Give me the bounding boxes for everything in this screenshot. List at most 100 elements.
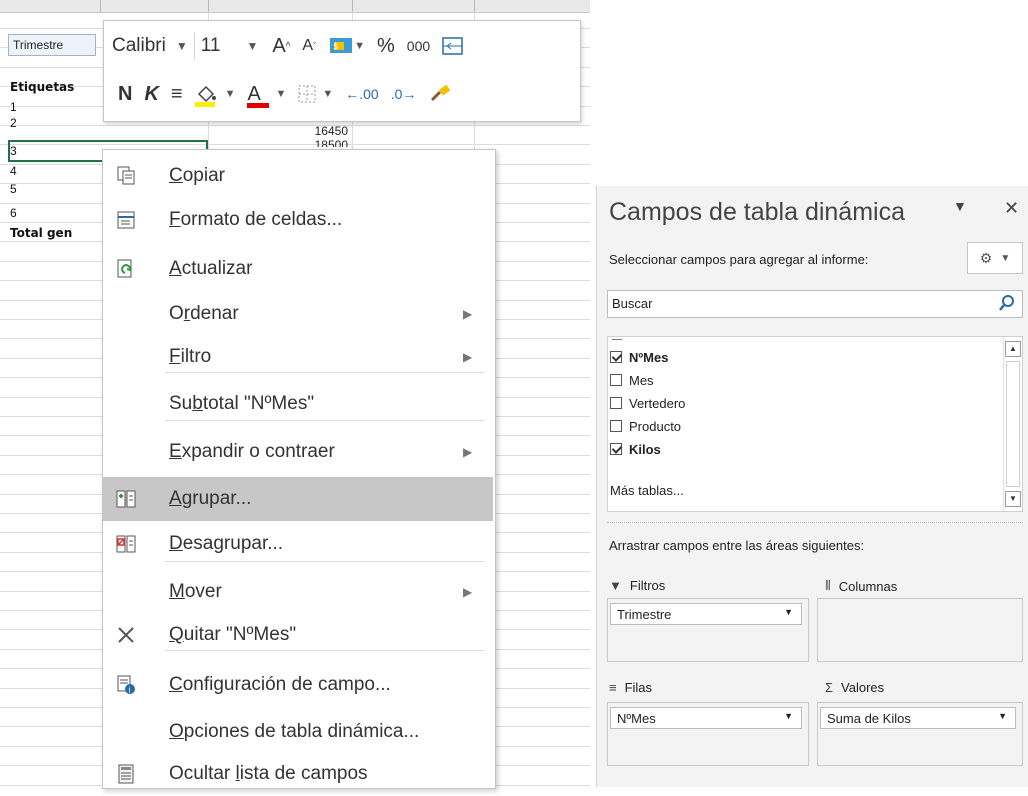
decrease-decimal-button[interactable]: .0 → — [391, 86, 417, 102]
menu-item-formato-de-celdas[interactable]: Formato de celdas... — [103, 198, 493, 242]
menu-item-label: Opciones de tabla dinámica... — [169, 721, 420, 742]
chevron-down-icon[interactable]: ▼ — [998, 711, 1007, 721]
menu-item-label: Configuración de campo... — [169, 674, 391, 695]
remove-x-icon — [113, 622, 139, 648]
columns-drop-area[interactable] — [817, 598, 1023, 662]
scroll-up-icon[interactable]: ▲ — [1005, 341, 1021, 357]
columns-icon: ⦀ — [825, 578, 831, 593]
percent-style-button[interactable]: % — [377, 35, 395, 58]
row-label[interactable]: 2 — [10, 116, 17, 130]
field-name: NºMes — [629, 349, 669, 365]
value-field-pill[interactable]: Suma de Kilos ▼ — [820, 707, 1016, 729]
field-checkbox[interactable] — [610, 397, 622, 409]
paint-bucket-icon — [197, 85, 216, 103]
value-cell[interactable]: 18500 — [268, 138, 348, 147]
field-checkbox[interactable] — [610, 443, 622, 455]
trimestre-filter-cell[interactable]: Trimestre — [8, 34, 96, 56]
row-field-pill[interactable]: NºMes ▼ — [610, 707, 802, 729]
field-item[interactable]: Mes — [610, 370, 654, 390]
field-checkbox[interactable] — [610, 351, 622, 363]
field-list-icon — [113, 761, 139, 787]
font-size-select[interactable]: 11 ▼ — [201, 35, 259, 57]
rows-drop-area[interactable]: NºMes ▼ — [607, 702, 809, 766]
menu-item-opciones-de-tabla-dinámica[interactable]: Opciones de tabla dinámica... — [103, 710, 493, 754]
row-label[interactable]: 6 — [10, 206, 17, 220]
grow-font-button[interactable]: A ^ — [272, 35, 290, 58]
menu-item-label: Agrupar... — [169, 488, 252, 509]
field-list-scrollbar[interactable]: ▲ ▼ — [1003, 337, 1022, 511]
more-tables-link[interactable]: Más tablas... — [610, 483, 684, 498]
filter-icon: ▼ — [609, 578, 622, 593]
filter-field-pill[interactable]: Trimestre ▼ — [610, 603, 802, 625]
menu-item-ordenar[interactable]: Ordenar ▶ — [103, 292, 493, 336]
font-name-select[interactable]: Calibri ▼ — [112, 35, 188, 57]
row-labels-header: Etiquetas — [10, 80, 75, 94]
field-item[interactable]: NºMes — [610, 347, 668, 367]
row-label[interactable]: 1 — [10, 100, 17, 114]
chevron-down-icon[interactable]: ▼ — [275, 88, 286, 100]
panel-options-dropdown[interactable]: ▼ — [953, 198, 967, 214]
format-cells-icon — [113, 207, 139, 233]
format-painter-button[interactable] — [428, 84, 452, 104]
chevron-down-icon[interactable]: ▼ — [784, 711, 793, 721]
menu-item-copiar[interactable]: Copiar — [103, 154, 493, 198]
field-search-input[interactable]: Buscar — [607, 290, 1023, 318]
menu-item-configuración-de-campo[interactable]: i Configuración de campo... — [103, 663, 493, 707]
italic-button[interactable]: K — [144, 83, 158, 106]
field-checkbox[interactable] — [610, 374, 622, 386]
wrap-format-button[interactable] — [442, 36, 464, 56]
bold-button[interactable]: N — [118, 83, 132, 106]
chevron-down-icon[interactable]: ▼ — [225, 88, 236, 100]
thousands-separator-button[interactable]: 000 — [407, 38, 430, 54]
menu-item-label: Formato de celdas... — [169, 209, 343, 230]
scroll-down-icon[interactable]: ▼ — [1005, 491, 1021, 507]
menu-item-desagrupar[interactable]: Desagrupar... — [103, 522, 493, 566]
field-list: Más tablas... ▲ ▼ NºMes Mes Vertedero Produ… — [607, 336, 1023, 512]
font-color-button[interactable]: A — [247, 80, 270, 108]
number-format-button[interactable]: $ ▼ — [328, 35, 365, 57]
borders-icon — [298, 85, 316, 103]
row-label[interactable]: 5 — [10, 182, 17, 196]
menu-item-mover[interactable]: Mover ▶ — [103, 570, 493, 614]
fill-color-button[interactable] — [194, 81, 219, 107]
menu-item-actualizar[interactable]: Actualizar — [103, 247, 493, 291]
values-area-label: Σ Valores — [825, 680, 885, 695]
align-center-button[interactable]: ≡ — [171, 83, 183, 106]
svg-text:i: i — [129, 686, 131, 695]
column-header-bar — [0, 0, 590, 13]
shrink-font-button[interactable]: Aˇ — [302, 37, 316, 55]
menu-item-label: Ordenar — [169, 303, 239, 324]
menu-item-agrupar[interactable]: Agrupar... — [103, 477, 493, 521]
divider — [607, 522, 1023, 523]
values-drop-area[interactable]: Suma de Kilos ▼ — [817, 702, 1023, 766]
value-cell[interactable]: 16450 — [268, 124, 348, 138]
chevron-down-icon: ▼ — [1000, 252, 1011, 264]
close-icon[interactable]: ✕ — [1004, 198, 1019, 219]
menu-item-label: Quitar "NºMes" — [169, 624, 297, 645]
fill-color-swatch — [194, 102, 215, 107]
menu-item-label: Filtro — [169, 346, 212, 367]
search-icon[interactable] — [998, 294, 1016, 312]
copy-icon — [113, 163, 139, 189]
field-item[interactable]: Producto — [610, 416, 681, 436]
filters-area-label: ▼ Filtros — [609, 578, 666, 593]
row-label[interactable]: 4 — [10, 164, 17, 178]
rows-area-label: ≡ Filas — [609, 680, 653, 695]
submenu-arrow-icon: ▶ — [463, 307, 473, 321]
pivot-field-list-panel: Campos de tabla dinámica ▼ ✕ Seleccionar… — [596, 186, 1028, 787]
field-name: Kilos — [629, 441, 661, 457]
borders-button[interactable] — [298, 85, 316, 103]
menu-item-ocultar-lista-de-campos[interactable]: Ocultar lista de campos — [103, 752, 493, 796]
menu-separator — [165, 372, 485, 373]
field-checkbox[interactable] — [610, 420, 622, 432]
grand-total-label[interactable]: Total gen — [10, 226, 72, 240]
filters-drop-area[interactable]: Trimestre ▼ — [607, 598, 809, 662]
menu-item-expandir-o-contraer[interactable]: Expandir o contraer ▶ — [103, 430, 493, 474]
increase-decimal-button[interactable]: ← .00 — [345, 86, 378, 102]
chevron-down-icon[interactable]: ▼ — [322, 88, 333, 100]
format-painter-icon — [431, 84, 451, 102]
tools-settings-button[interactable]: ⚙ ▼ — [967, 242, 1023, 274]
field-item[interactable]: Kilos — [610, 439, 661, 459]
field-item[interactable]: Vertedero — [610, 393, 685, 413]
chevron-down-icon[interactable]: ▼ — [784, 607, 793, 617]
